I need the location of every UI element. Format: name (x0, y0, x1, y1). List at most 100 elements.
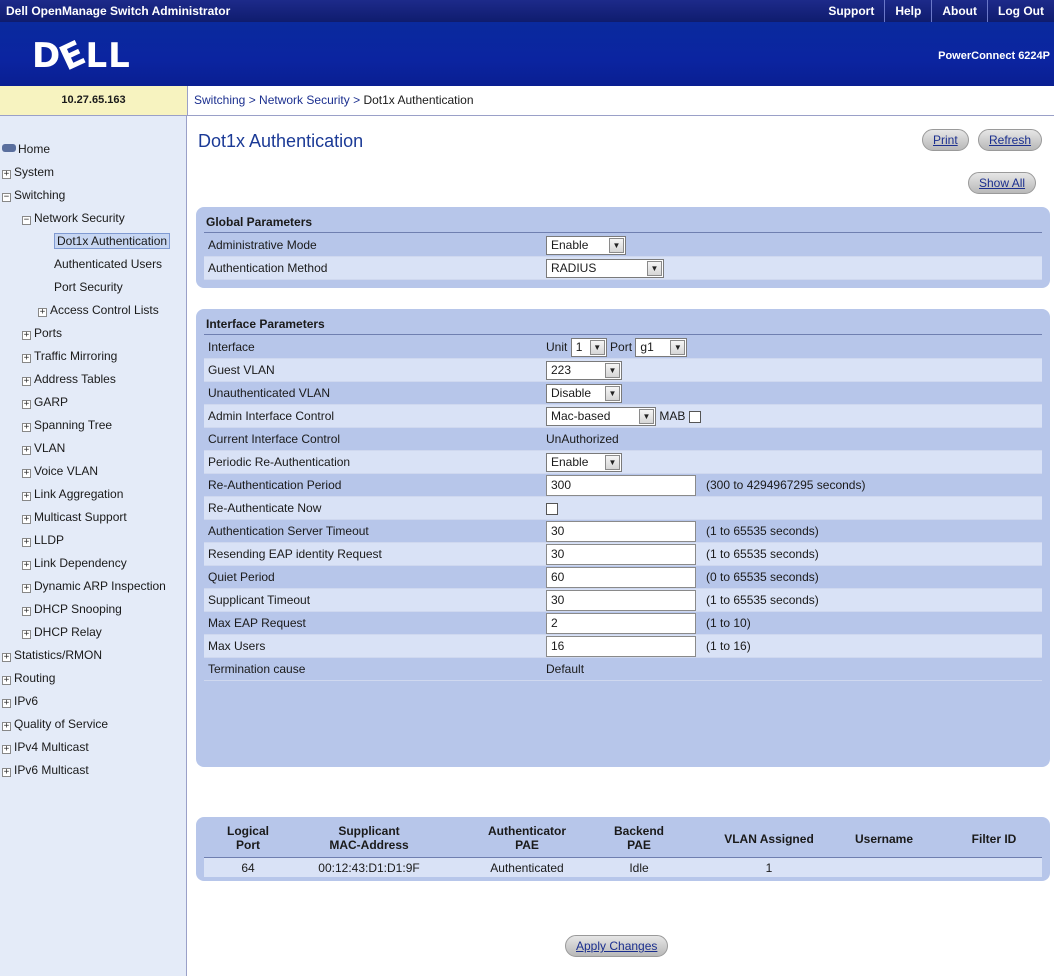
expand-icon[interactable]: + (22, 423, 31, 432)
unit-label: Unit (546, 340, 568, 354)
quiet-period-label: Quiet Period (208, 570, 275, 584)
max-users-input[interactable]: 16 (546, 636, 696, 658)
expand-icon[interactable]: + (2, 699, 11, 708)
port-label: Port (610, 340, 633, 354)
sidebar-item-traffic-mirroring[interactable]: + Traffic Mirroring (2, 345, 186, 368)
sidebar-item-ipv6[interactable]: + IPv6 (2, 690, 186, 713)
sidebar-item-system[interactable]: + System (2, 161, 186, 184)
sidebar-item-link-aggregation[interactable]: + Link Aggregation (2, 483, 186, 506)
sidebar-item-dhcp-relay[interactable]: + DHCP Relay (2, 621, 186, 644)
support-link[interactable]: Support (818, 0, 884, 22)
apply-changes-button[interactable]: Apply Changes (565, 935, 669, 957)
supplicant-timeout-input[interactable]: 30 (546, 590, 696, 612)
port-select[interactable]: g1 ▼ (635, 338, 688, 358)
sidebar-item-vlan[interactable]: + VLAN (2, 437, 186, 460)
sidebar-item-ports[interactable]: + Ports (2, 322, 186, 345)
print-button[interactable]: Print (922, 129, 969, 151)
expand-icon[interactable]: + (2, 768, 11, 777)
expand-icon[interactable]: + (22, 469, 31, 478)
guest-vlan-select[interactable]: 223 ▼ (546, 361, 622, 381)
admin-ctrl-label: Admin Interface Control (208, 409, 335, 423)
expand-icon[interactable]: + (2, 722, 11, 731)
sidebar-item-voice-vlan[interactable]: + Voice VLAN (2, 460, 186, 483)
sidebar-item-authenticated-users[interactable]: Authenticated Users (2, 253, 186, 276)
sidebar-item-ipv6-multicast[interactable]: + IPv6 Multicast (2, 759, 186, 782)
auth-method-label: Authentication Method (208, 261, 328, 275)
authenticated-sessions-table: Logical Port Supplicant MAC-Address Auth… (196, 817, 1050, 881)
sidebar-item-home[interactable]: Home (2, 138, 186, 161)
device-ip: 10.27.65.163 (0, 86, 187, 116)
unit-select[interactable]: 1 ▼ (570, 338, 607, 358)
sidebar-item-statistics-rmon[interactable]: + Statistics/RMON (2, 644, 186, 667)
breadcrumb-separator: > (349, 93, 364, 107)
sidebar-item-access-control-lists[interactable]: + Access Control Lists (2, 299, 186, 322)
admin-ctrl-select[interactable]: Mac-based ▼ (546, 407, 656, 427)
sidebar-item-port-security[interactable]: Port Security (2, 276, 186, 299)
auth-method-select[interactable]: RADIUS ▼ (546, 259, 664, 279)
logout-link[interactable]: Log Out (987, 0, 1054, 22)
sidebar-item-dynamic-arp-inspection[interactable]: + Dynamic ARP Inspection (2, 575, 186, 598)
collapse-icon[interactable]: − (2, 193, 11, 202)
sidebar-item-routing[interactable]: + Routing (2, 667, 186, 690)
expand-icon[interactable]: + (22, 515, 31, 524)
resend-eap-input[interactable]: 30 (546, 544, 696, 566)
sidebar-item-dot1x-authentication[interactable]: Dot1x Authentication (2, 230, 186, 253)
sidebar-item-garp[interactable]: + GARP (2, 391, 186, 414)
expand-icon[interactable]: + (22, 607, 31, 616)
mab-checkbox[interactable] (688, 410, 701, 423)
expand-icon[interactable]: + (22, 492, 31, 501)
server-timeout-input[interactable]: 30 (546, 521, 696, 543)
global-parameters-panel: Global Parameters Administrative Mode En… (196, 207, 1050, 288)
breadcrumb-network-security[interactable]: Network Security (259, 93, 350, 107)
quiet-period-hint: (0 to 65535 seconds) (706, 570, 819, 584)
expand-icon[interactable]: + (38, 308, 47, 317)
expand-icon[interactable]: + (2, 170, 11, 179)
global-parameters-title: Global Parameters (204, 213, 1042, 233)
col-supplicant-mac: Supplicant MAC-Address (329, 824, 409, 852)
expand-icon[interactable]: + (22, 377, 31, 386)
expand-icon[interactable]: + (22, 584, 31, 593)
expand-icon[interactable]: + (2, 676, 11, 685)
resend-eap-label: Resending EAP identity Request (208, 547, 382, 561)
sidebar-item-lldp[interactable]: + LLDP (2, 529, 186, 552)
auth-method-row: Authentication Method RADIUS ▼ (204, 257, 1042, 280)
expand-icon[interactable]: + (22, 354, 31, 363)
admin-mode-select[interactable]: Enable ▼ (546, 236, 626, 256)
expand-icon[interactable]: + (22, 561, 31, 570)
reauth-period-input[interactable]: 300 (546, 475, 696, 497)
breadcrumb-switching[interactable]: Switching (194, 93, 245, 107)
interface-parameters-title: Interface Parameters (204, 315, 1042, 335)
expand-icon[interactable]: + (22, 400, 31, 409)
termination-cause-label: Termination cause (208, 662, 306, 676)
expand-icon[interactable]: + (22, 446, 31, 455)
sidebar-item-ipv4-multicast[interactable]: + IPv4 Multicast (2, 736, 186, 759)
sidebar-item-spanning-tree[interactable]: + Spanning Tree (2, 414, 186, 437)
sidebar-item-network-security[interactable]: − Network Security (2, 207, 186, 230)
periodic-reauth-select[interactable]: Enable ▼ (546, 453, 622, 473)
interface-parameters-panel: Interface Parameters Interface Unit 1 ▼ P… (196, 309, 1050, 767)
sidebar-item-quality-of-service[interactable]: + Quality of Service (2, 713, 186, 736)
expand-icon[interactable]: + (22, 331, 31, 340)
sidebar-item-link-dependency[interactable]: + Link Dependency (2, 552, 186, 575)
sidebar-item-multicast-support[interactable]: + Multicast Support (2, 506, 186, 529)
nav-tree: Home + System − Switching − Network Securit… (2, 138, 186, 782)
show-all-button[interactable]: Show All (968, 172, 1037, 194)
expand-icon[interactable]: + (2, 745, 11, 754)
home-icon (2, 144, 16, 152)
max-eap-input[interactable]: 2 (546, 613, 696, 635)
sidebar-item-address-tables[interactable]: + Address Tables (2, 368, 186, 391)
help-link[interactable]: Help (884, 0, 931, 22)
collapse-icon[interactable]: − (22, 216, 31, 225)
refresh-button[interactable]: Refresh (978, 129, 1043, 151)
unauth-vlan-select[interactable]: Disable ▼ (546, 384, 622, 404)
expand-icon[interactable]: + (22, 630, 31, 639)
reauth-now-checkbox[interactable] (546, 502, 558, 515)
sidebar-item-switching[interactable]: − Switching (2, 184, 186, 207)
expand-icon[interactable]: + (22, 538, 31, 547)
about-link[interactable]: About (931, 0, 987, 22)
quiet-period-input[interactable]: 60 (546, 567, 696, 589)
sidebar-item-dhcp-snooping[interactable]: + DHCP Snooping (2, 598, 186, 621)
current-ctrl-value: UnAuthorized (546, 432, 619, 446)
expand-icon[interactable]: + (2, 653, 11, 662)
mab-label: MAB (659, 409, 686, 423)
